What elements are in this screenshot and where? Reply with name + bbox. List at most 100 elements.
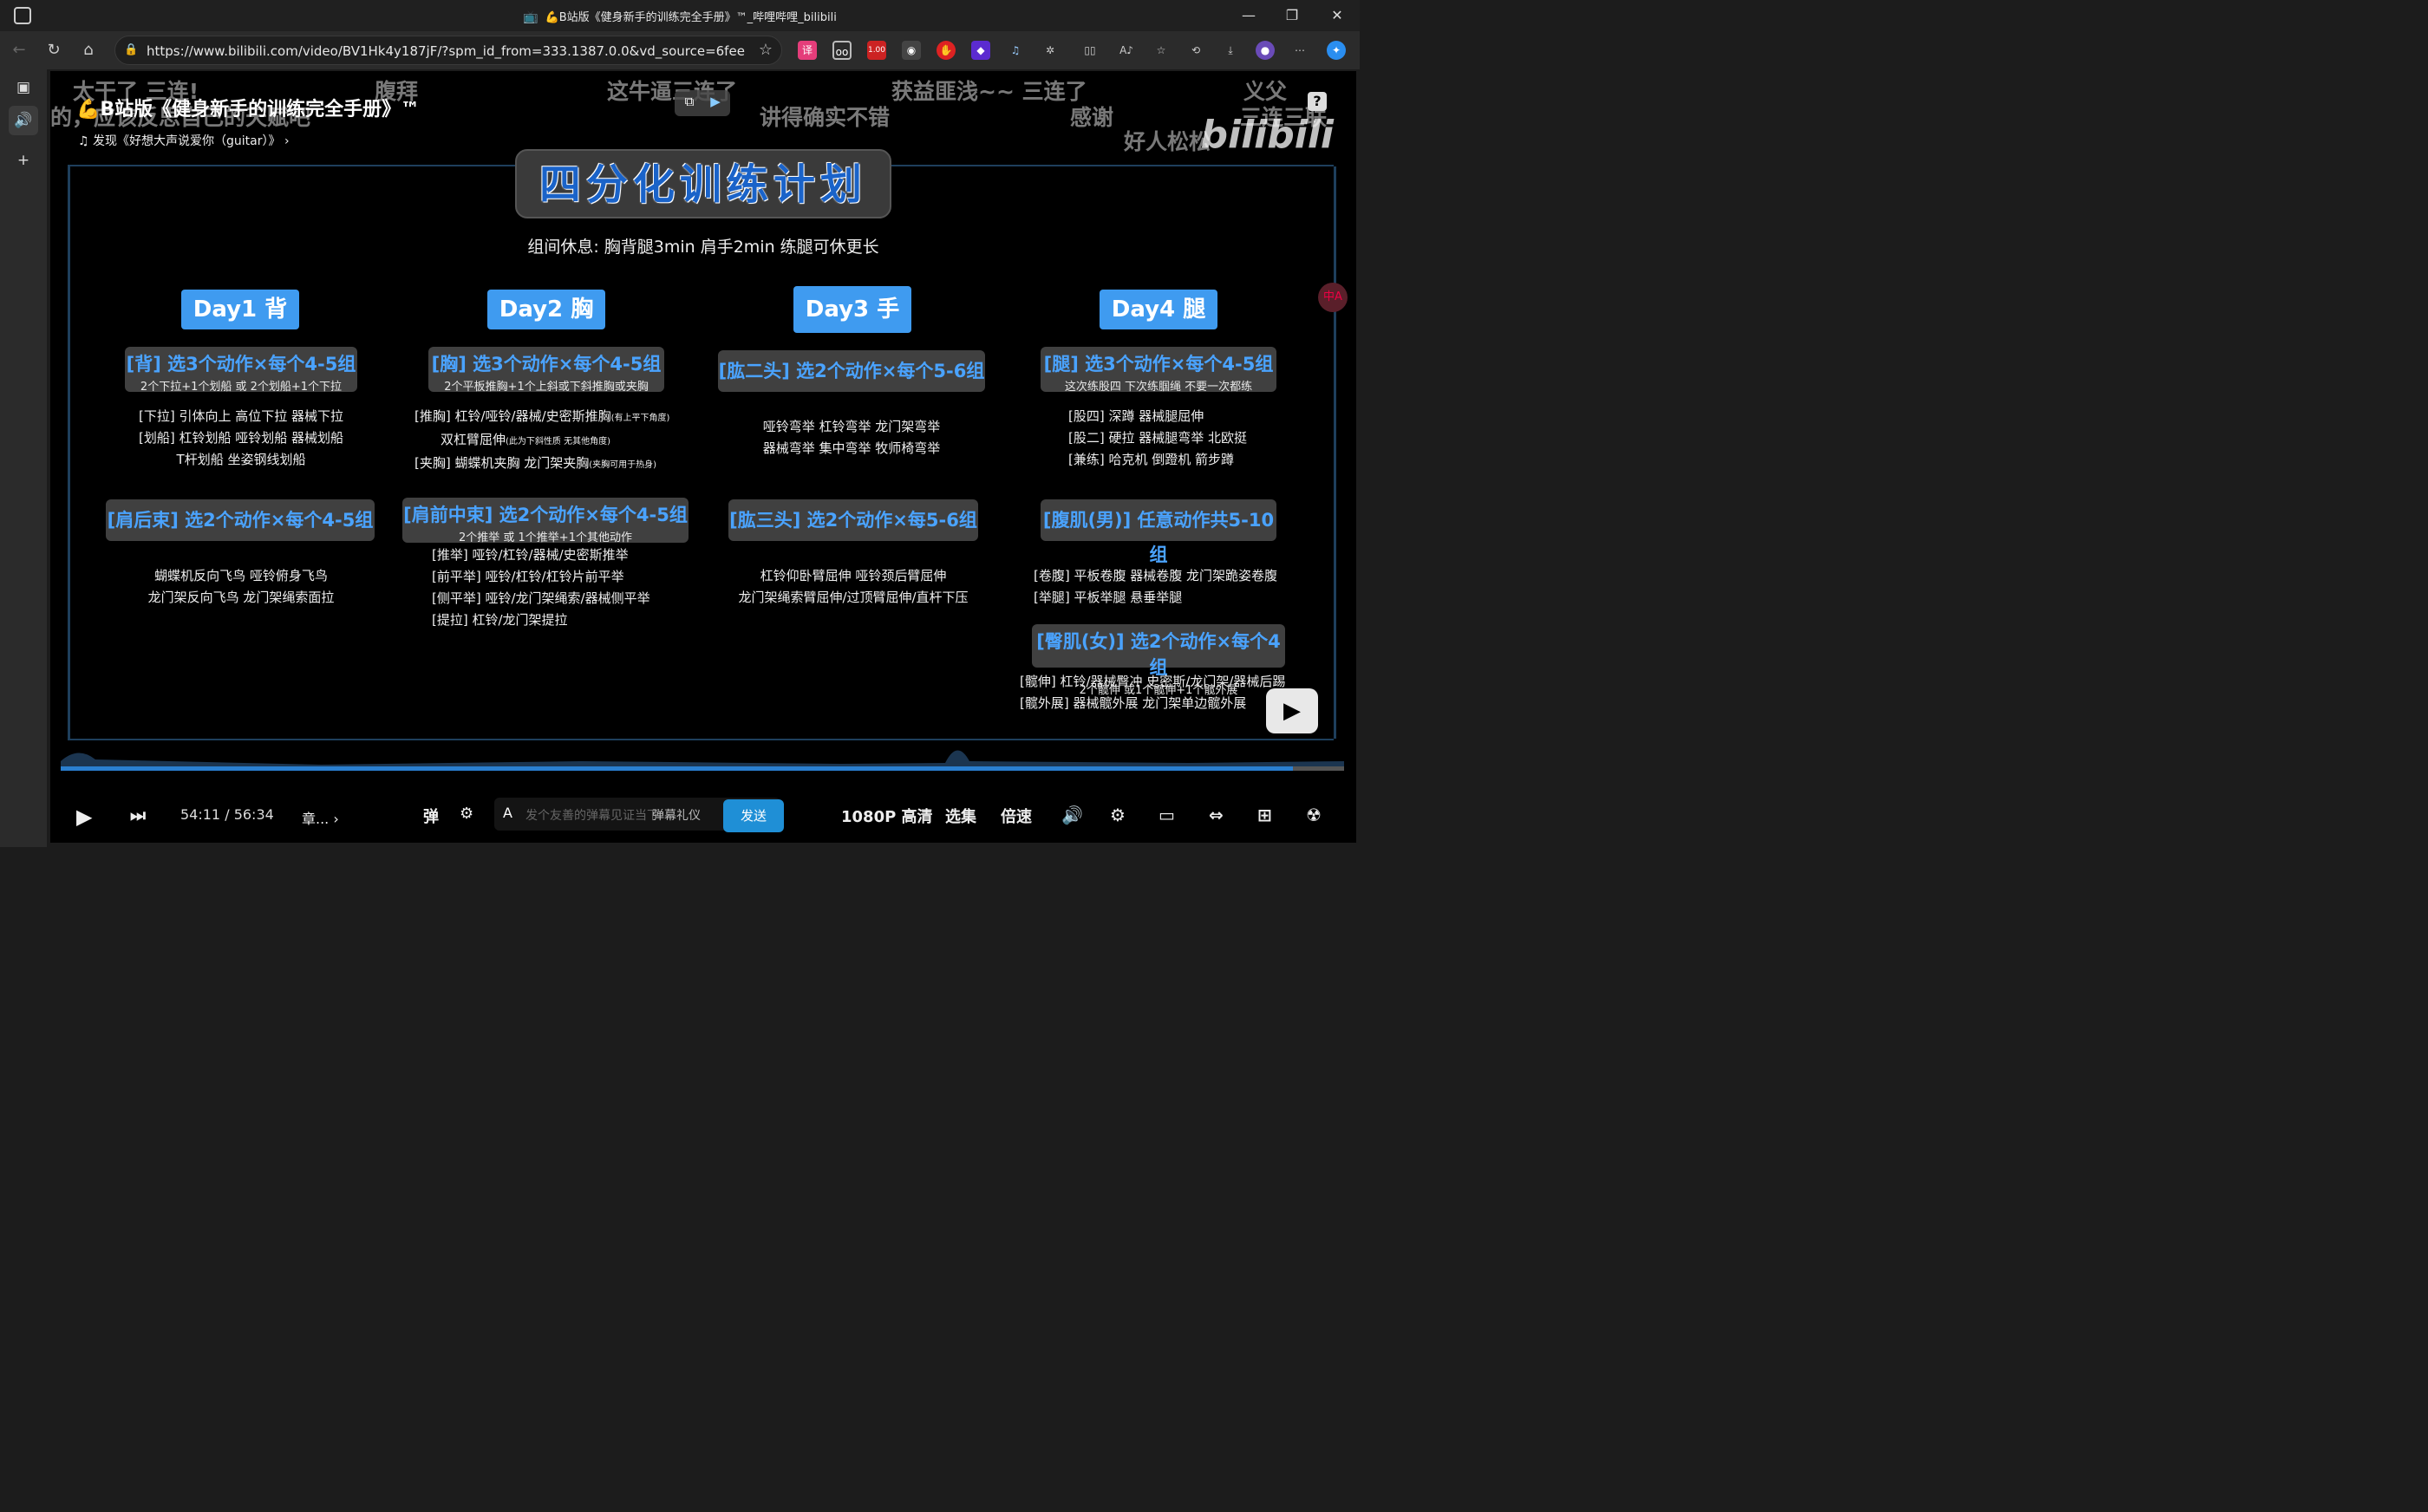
exercise-line: [前平举] 哑铃/杠铃/杠铃片前平举 — [432, 569, 624, 584]
vertical-tabs-sidebar: ▣ 🔊 + — [0, 69, 47, 847]
danmaku-text: 感谢 — [1070, 105, 1114, 130]
danmaku-style-icon[interactable]: A — [503, 805, 512, 821]
exercise-line: [举腿] 平板举腿 悬垂举腿 — [1034, 590, 1183, 605]
quality-button[interactable]: 1080P 高清 — [841, 805, 933, 827]
day1-shoulder-lines: 蝴蝶机反向飞鸟 哑铃俯身飞鸟 龙门架反向飞鸟 龙门架绳索面拉 — [108, 565, 375, 609]
exercise-line: 龙门架绳索臂屈伸/过顶臂屈伸/直杆下压 — [738, 590, 969, 605]
day2-chest-box: [胸] 选3个动作×每个4-5组 2个平板推胸+1个上斜或下斜推胸或夹胸 — [428, 347, 664, 394]
new-tab-icon[interactable]: + — [9, 146, 38, 175]
time-total: 56:34 — [233, 806, 274, 823]
next-icon[interactable]: ⏭ — [130, 805, 146, 825]
chapter-label[interactable]: 章... — [302, 811, 329, 827]
play-icon[interactable]: ▶ — [76, 805, 92, 829]
extensions-icon[interactable]: ✲ — [1041, 41, 1060, 60]
danmaku-etiquette-link[interactable]: 弹幕礼仪 — [652, 806, 701, 824]
help-icon[interactable]: ? — [1308, 92, 1327, 111]
day2-label: Day2 胸 — [487, 290, 605, 329]
exercise-line: [下拉] 引体向上 高位下拉 器械下拉 — [138, 408, 343, 424]
day1-back-box: [背] 选3个动作×每个4-5组 2个下拉+1个划船 或 2个划船+1个下拉 — [125, 347, 357, 394]
exercise-line: [夹胸] 蝴蝶机夹胸 龙门架夹胸 — [414, 455, 590, 471]
danmaku-settings-icon[interactable]: ⚙ — [460, 805, 473, 823]
progress-bar[interactable] — [61, 766, 1293, 771]
video-title: 💪B站版《健身新手的训练完全手册》™ — [76, 99, 421, 121]
volume-icon[interactable]: 🔊 — [1061, 805, 1083, 825]
avatar[interactable]: ● — [1256, 41, 1275, 60]
exercise-line: 龙门架反向飞鸟 龙门架绳索面拉 — [147, 590, 335, 605]
minimize-button[interactable]: — — [1231, 5, 1266, 26]
widescreen-icon[interactable]: ⇔ — [1209, 805, 1224, 825]
play-overlay-icon[interactable]: ▶ — [1266, 688, 1318, 733]
day3-triceps-box: [肱三头] 选2个动作×每5-6组 — [728, 499, 978, 541]
url-text[interactable]: https://www.bilibili.com/video/BV1Hk4y18… — [147, 43, 745, 59]
box-heading: [背] 选3个动作×每个4-5组 — [126, 354, 356, 375]
day2-shoulder-box: [肩前中束] 选2个动作×每个4-5组 2个推举 或 1个推举+1个其他动作 — [402, 498, 689, 544]
time-current: 54:11 — [180, 806, 221, 823]
music-link-text[interactable]: 发现《好想大声说爱你（guitar）》 — [93, 134, 280, 148]
heat-waveform — [61, 750, 1344, 770]
speed-extension-icon[interactable]: 1.00 — [867, 41, 886, 60]
favorite-star-icon[interactable]: ☆ — [759, 41, 773, 59]
exercise-line: [髋外展] 器械髋外展 龙门架单边髋外展 — [1020, 695, 1247, 711]
exercise-line: 蝴蝶机反向飞鸟 哑铃俯身飞鸟 — [154, 568, 328, 583]
music-link[interactable]: ♫ 发现《好想大声说爱你（guitar）》 › — [78, 132, 290, 149]
settings-gear-icon[interactable]: ⚙ — [1110, 805, 1126, 825]
audio-tab-icon[interactable]: 🔊 — [9, 106, 38, 135]
progress-bar-remaining[interactable] — [1293, 766, 1344, 771]
day4-label: Day4 腿 — [1100, 290, 1217, 329]
day1-label: Day1 背 — [181, 290, 299, 329]
exercise-line: [提拉] 杠铃/龙门架提拉 — [432, 612, 568, 628]
plan-title: 四分化训练计划 — [515, 149, 891, 218]
episodes-button[interactable]: 选集 — [945, 805, 976, 827]
box-heading: [腹肌(男)] 任意动作共5-10组 — [1042, 510, 1275, 565]
ai-assistant-icon[interactable]: ▶ — [706, 94, 725, 113]
fullscreen-icon[interactable]: ☢ — [1306, 805, 1322, 825]
video-player[interactable]: 太干了 三连! 的，应该反思自己的天赋吧 腹拜 这牛逼三连了 讲得确实不错 获益… — [50, 71, 1356, 843]
reader-extension-icon[interactable]: oo — [832, 41, 852, 60]
send-button[interactable]: 发送 — [723, 799, 784, 832]
box-sub: 2个推举 或 1个推举+1个其他动作 — [459, 531, 632, 544]
exercise-line: 哑铃弯举 杠铃弯举 龙门架弯举 — [762, 419, 941, 434]
day1-shoulder-box: [肩后束] 选2个动作×每个4-5组 — [106, 499, 375, 541]
box-sub: 2个平板推胸+1个上斜或下斜推胸或夹胸 — [444, 381, 649, 394]
close-button[interactable]: ✕ — [1320, 5, 1354, 26]
home-icon[interactable]: ⌂ — [78, 40, 99, 61]
exercise-line: T杆划船 坐姿钢线划船 — [176, 452, 306, 467]
danmaku-text: 获益匪浅~~ 三连了 — [891, 79, 1087, 104]
day3-label: Day3 手 — [793, 286, 911, 333]
exercise-line: [划船] 杠铃划船 哑铃划船 器械划船 — [138, 430, 343, 446]
danmaku-toggle-icon[interactable]: 弹 — [423, 805, 439, 827]
web-fullscreen-icon[interactable]: ⊞ — [1257, 805, 1272, 825]
subtitle-translate-icon[interactable]: 中A — [1318, 283, 1348, 312]
pip-mode-icon[interactable]: ▭ — [1159, 805, 1175, 825]
player-controls: ▶ ⏭ 54:11 / 56:34 章... › 弹 ⚙ A 发个友善的弹幕见证… — [50, 791, 1356, 843]
browser-toolbar: ← ↻ ⌂ 🔒 https://www.bilibili.com/video/B… — [0, 31, 1360, 69]
spy-extension-icon[interactable]: ◉ — [902, 41, 921, 60]
danmaku-placeholder[interactable]: 发个友善的弹幕见证当下 — [525, 806, 659, 824]
refresh-icon[interactable]: ↻ — [43, 40, 64, 61]
exercise-note: (此为下斜性质 无其他角度) — [506, 437, 610, 446]
music-extension-icon[interactable]: ♫ — [1006, 41, 1025, 60]
lock-icon[interactable]: 🔒 — [124, 43, 138, 56]
exercise-line: 杠铃仰卧臂屈伸 哑铃颈后臂屈伸 — [760, 568, 947, 583]
translate-extension-icon[interactable]: 译 — [798, 41, 817, 60]
restore-button[interactable]: ❐ — [1275, 5, 1309, 26]
adblock-extension-icon[interactable]: ✋ — [937, 41, 956, 60]
read-aloud-icon[interactable]: A♪ — [1117, 41, 1136, 60]
chapter-button[interactable]: 章... › — [302, 807, 339, 828]
speed-button[interactable]: 倍速 — [1001, 805, 1032, 827]
download-icon[interactable]: ⤓ — [1221, 41, 1240, 60]
more-icon[interactable]: ⋯ — [1290, 41, 1309, 60]
day1-back-lines: [下拉] 引体向上 高位下拉 器械下拉 [划船] 杠铃划船 哑铃划船 器械划船 … — [108, 406, 375, 471]
copilot-icon[interactable]: ✦ — [1327, 41, 1346, 60]
split-screen-icon[interactable]: ▯▯ — [1080, 41, 1100, 60]
exercise-line: [推胸] 杠铃/哑铃/器械/史密斯推胸 — [414, 408, 611, 424]
cube-extension-icon[interactable]: ◆ — [971, 41, 990, 60]
tab-panel-icon[interactable]: ▣ — [9, 73, 38, 102]
exercise-line: 双杠臂屈伸 — [441, 432, 506, 447]
history-icon[interactable]: ⟲ — [1186, 41, 1205, 60]
favorites-icon[interactable]: ☆ — [1152, 41, 1171, 60]
address-bar[interactable]: 🔒 https://www.bilibili.com/video/BV1Hk4y… — [114, 36, 782, 65]
day4-abs-lines: [卷腹] 平板卷腹 器械卷腹 龙门架跪姿卷腹 [举腿] 平板举腿 悬垂举腿 — [1034, 565, 1277, 609]
pip-icon[interactable]: ⧉ — [680, 94, 699, 113]
back-icon[interactable]: ← — [9, 40, 29, 61]
